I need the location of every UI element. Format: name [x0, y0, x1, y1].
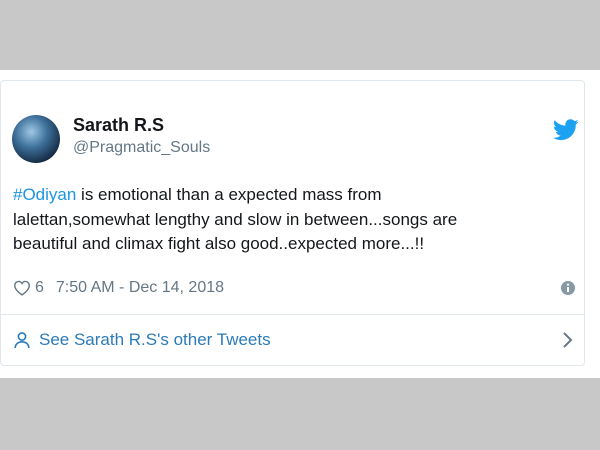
tweet-line-2: lalettan,somewhat lengthy and slow in be… — [13, 209, 458, 229]
like-count[interactable]: 6 — [35, 279, 44, 297]
heart-icon[interactable] — [13, 280, 31, 296]
tweet-line-1-text: is emotional than a expected mass from — [76, 185, 382, 204]
tweet-line-3: beautiful and climax fight also good..ex… — [13, 234, 425, 253]
user-icon — [14, 332, 30, 349]
see-other-tweets-label: See Sarath R.S's other Tweets — [39, 330, 271, 349]
twitter-bird-icon[interactable] — [553, 119, 579, 141]
info-icon[interactable] — [560, 280, 576, 296]
tweet-line-1: #Odiyan is emotional than a expected mas… — [13, 183, 573, 208]
tweet-card[interactable]: Sarath R.S @Pragmatic_Souls #Odiyan is e… — [0, 80, 585, 366]
divider — [1, 314, 584, 315]
hashtag-link[interactable]: #Odiyan — [13, 185, 76, 204]
chevron-right-icon[interactable] — [562, 331, 574, 349]
tweet-text: #Odiyan is emotional than a expected mas… — [13, 183, 573, 257]
tweet-meta: 6 7:50 AM - Dec 14, 2018 — [13, 278, 224, 298]
embed-area: Sarath R.S @Pragmatic_Souls #Odiyan is e… — [0, 70, 600, 378]
author-handle[interactable]: @Pragmatic_Souls — [73, 139, 210, 157]
author-name[interactable]: Sarath R.S — [73, 115, 164, 136]
avatar[interactable] — [12, 115, 60, 163]
see-other-tweets-link[interactable]: See Sarath R.S's other Tweets — [13, 329, 271, 351]
tweet-timestamp[interactable]: 7:50 AM - Dec 14, 2018 — [56, 279, 224, 297]
backdrop-bottom — [0, 378, 600, 450]
backdrop-top — [0, 0, 600, 70]
